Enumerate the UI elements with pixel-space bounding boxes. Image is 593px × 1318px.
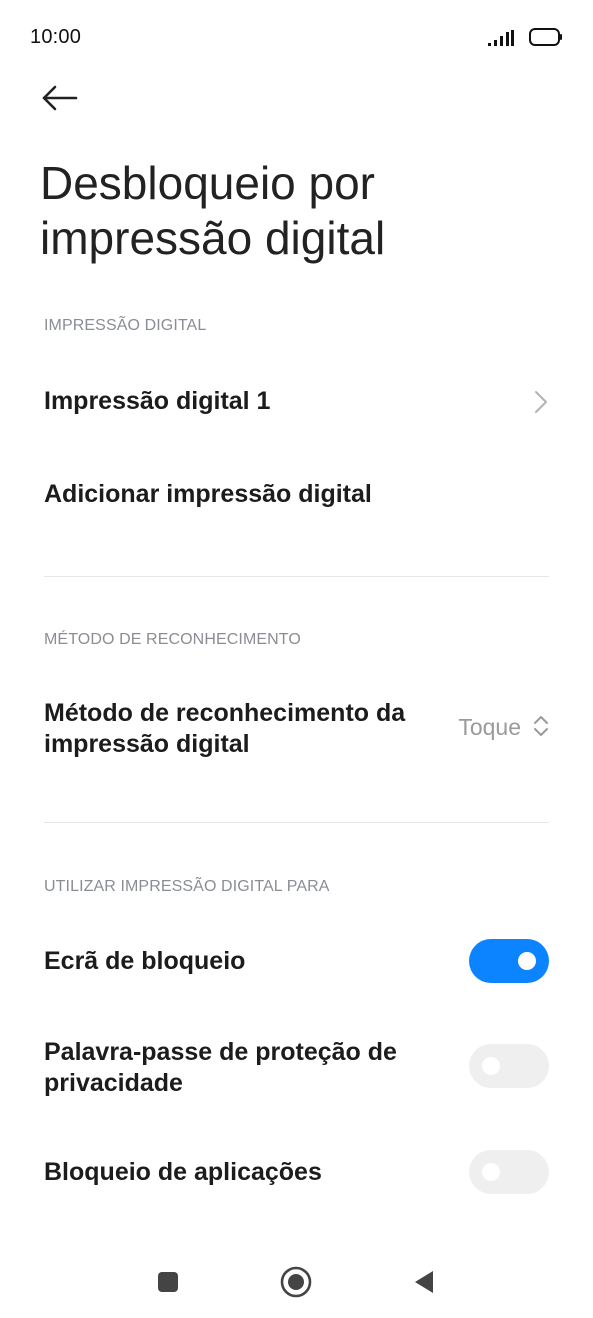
fingerprint-1-label: Impressão digital 1 bbox=[44, 387, 271, 415]
home-button[interactable] bbox=[272, 1258, 320, 1306]
toggle-knob bbox=[518, 952, 536, 970]
toggle-knob bbox=[482, 1163, 500, 1181]
recognition-method-label: Método de reconhecimento da impressão di… bbox=[44, 699, 406, 758]
back-button[interactable] bbox=[36, 76, 84, 120]
lock-screen-item[interactable]: Ecrã de bloqueio bbox=[0, 930, 593, 994]
section-header-fingerprint: IMPRESSÃO DIGITAL bbox=[44, 317, 207, 334]
app-lock-label: Bloqueio de aplicações bbox=[44, 1158, 322, 1186]
signal-icon bbox=[488, 30, 514, 46]
toggle-knob bbox=[482, 1057, 500, 1075]
privacy-password-toggle[interactable] bbox=[469, 1044, 549, 1088]
lock-screen-label: Ecrã de bloqueio bbox=[44, 947, 246, 975]
lock-screen-toggle[interactable] bbox=[469, 939, 549, 983]
section-header-use-for: UTILIZAR IMPRESSÃO DIGITAL PARA bbox=[44, 878, 330, 895]
privacy-password-item[interactable]: Palavra-passe de proteção de privacidade bbox=[0, 1034, 593, 1104]
divider bbox=[44, 576, 549, 577]
page-title: Desbloqueio por impressão digital bbox=[40, 157, 386, 264]
section-header-recognition: MÉTODO DE RECONHECIMENTO bbox=[44, 631, 301, 648]
app-lock-toggle[interactable] bbox=[469, 1150, 549, 1194]
status-bar: 10:00 bbox=[0, 0, 593, 72]
app-lock-item[interactable]: Bloqueio de aplicações bbox=[0, 1140, 593, 1204]
nav-back-button[interactable] bbox=[400, 1258, 448, 1306]
battery-icon bbox=[529, 28, 562, 46]
recents-button[interactable] bbox=[144, 1258, 192, 1306]
recents-square-icon bbox=[158, 1272, 178, 1292]
back-triangle-icon bbox=[415, 1271, 433, 1293]
navigation-bar bbox=[0, 1250, 593, 1314]
updown-chevron-icon bbox=[534, 716, 548, 736]
privacy-password-label: Palavra-passe de proteção de privacidade bbox=[44, 1038, 397, 1097]
chevron-right-icon bbox=[535, 391, 547, 413]
add-fingerprint-label: Adicionar impressão digital bbox=[44, 480, 372, 508]
fingerprint-1-item[interactable]: Impressão digital 1 bbox=[0, 370, 593, 434]
back-arrow-icon bbox=[42, 85, 78, 111]
home-circle-icon bbox=[280, 1266, 312, 1298]
divider bbox=[44, 822, 549, 823]
status-time: 10:00 bbox=[30, 26, 82, 48]
recognition-method-value: Toque bbox=[458, 714, 521, 740]
add-fingerprint-item[interactable]: Adicionar impressão digital bbox=[0, 462, 593, 526]
recognition-method-item[interactable]: Método de reconhecimento da impressão di… bbox=[0, 690, 593, 770]
